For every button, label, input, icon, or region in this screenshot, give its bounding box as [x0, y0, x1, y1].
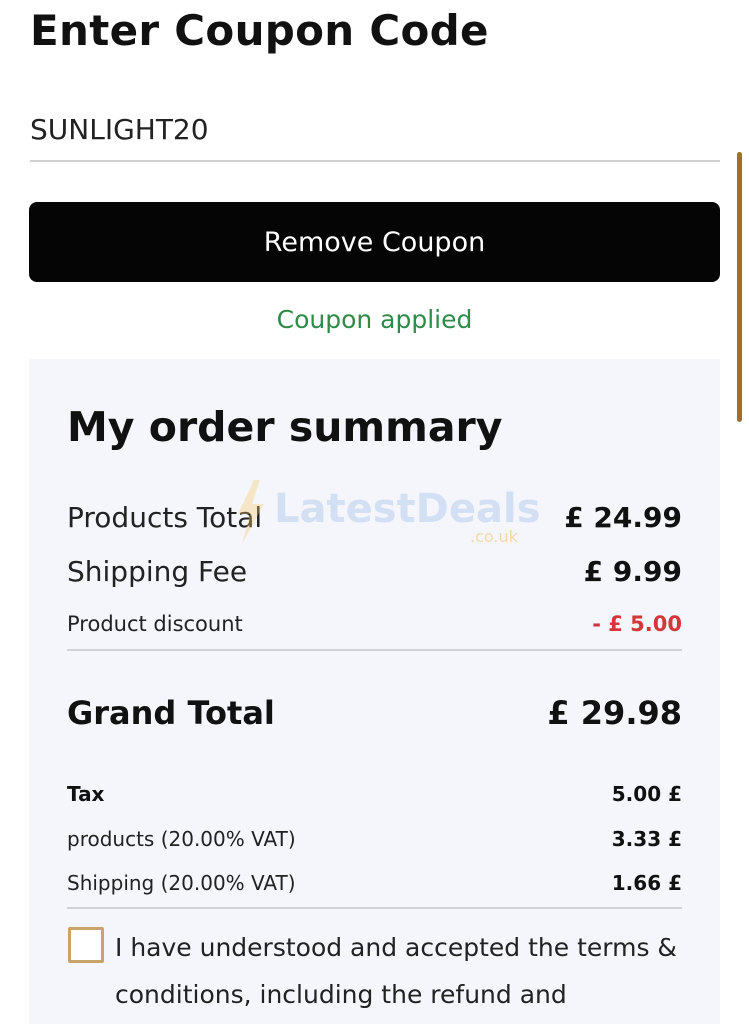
order-summary-title: My order summary [67, 403, 503, 451]
shipping-vat-label: Shipping (20.00% VAT) [67, 871, 296, 895]
remove-coupon-button[interactable]: Remove Coupon [29, 202, 720, 282]
terms-checkbox[interactable] [68, 927, 104, 963]
order-summary-panel: My order summary Products Total £ 24.99 … [29, 359, 720, 1024]
shipping-vat-value: 1.66 £ [611, 871, 682, 895]
tax-row: Tax 5.00 £ [67, 779, 682, 809]
products-vat-label: products (20.00% VAT) [67, 827, 296, 851]
tax-divider [67, 907, 682, 909]
coupon-title: Enter Coupon Code [30, 6, 489, 55]
products-total-row: Products Total £ 24.99 [67, 497, 682, 537]
grand-total-label: Grand Total [67, 694, 275, 732]
product-discount-label: Product discount [67, 612, 243, 636]
shipping-fee-row: Shipping Fee £ 9.99 [67, 551, 682, 591]
terms-text: I have understood and accepted the terms… [115, 933, 677, 1009]
products-vat-value: 3.33 £ [611, 827, 682, 851]
tax-label: Tax [67, 782, 105, 806]
summary-divider [67, 649, 682, 651]
coupon-code-input[interactable] [30, 106, 720, 162]
products-total-value: £ 24.99 [564, 500, 682, 534]
coupon-status-text: Coupon applied [276, 305, 473, 334]
page-scrollbar[interactable] [737, 152, 742, 422]
tax-value: 5.00 £ [611, 782, 682, 806]
products-total-label: Products Total [67, 500, 263, 534]
shipping-vat-row: Shipping (20.00% VAT) 1.66 £ [67, 868, 682, 898]
product-discount-row: Product discount - £ 5.00 [67, 609, 682, 639]
shipping-fee-value: £ 9.99 [583, 554, 682, 588]
grand-total-value: £ 29.98 [547, 694, 682, 732]
grand-total-row: Grand Total £ 29.98 [67, 691, 682, 735]
products-vat-row: products (20.00% VAT) 3.33 £ [67, 824, 682, 854]
shipping-fee-label: Shipping Fee [67, 554, 248, 588]
product-discount-value: - £ 5.00 [592, 612, 682, 636]
